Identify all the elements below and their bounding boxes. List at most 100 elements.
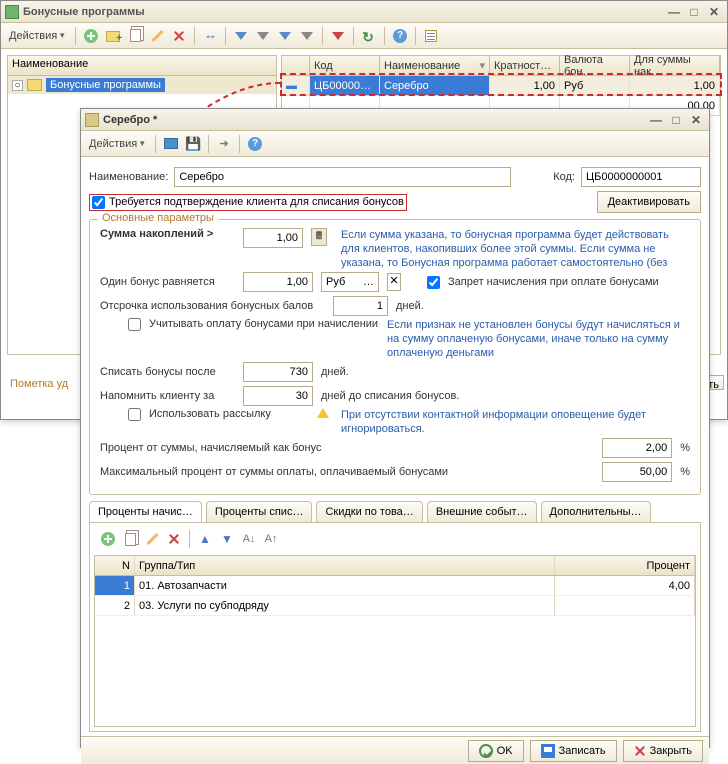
- clear-icon[interactable]: ✕: [387, 273, 401, 291]
- confirm-label: Требуется подтверждение клиента для спис…: [109, 196, 404, 208]
- save-icon: [541, 744, 555, 758]
- col-pct[interactable]: Процент: [555, 556, 695, 575]
- tab-accrual-pct[interactable]: Проценты начис…: [89, 501, 202, 522]
- writeoff-input[interactable]: [243, 362, 313, 382]
- remind-input[interactable]: [243, 386, 313, 406]
- col-mult[interactable]: Кратност…: [490, 56, 560, 75]
- tree-root-item[interactable]: ○ Бонусные программы: [8, 76, 276, 94]
- page-icon: [85, 113, 99, 127]
- col-group[interactable]: Группа/Тип: [135, 556, 555, 575]
- code-input[interactable]: [581, 167, 701, 187]
- screen-button[interactable]: [161, 134, 181, 154]
- tab-body: ▲ ▼ A↓ A↑ N Группа/Тип Процент 1 01. Авт…: [89, 522, 701, 732]
- filter-clear-button[interactable]: [328, 26, 348, 46]
- layout-button[interactable]: [421, 26, 441, 46]
- name-label: Наименование:: [89, 171, 168, 183]
- sum-input[interactable]: [243, 228, 303, 248]
- col-name[interactable]: Наименование▾: [380, 56, 490, 75]
- consider-label: Учитывать оплату бонусами при начислении: [149, 318, 379, 330]
- delay-input[interactable]: [333, 296, 388, 316]
- main-params-fieldset: Основные параметры Сумма накоплений > 🖩 …: [89, 219, 701, 495]
- close-button[interactable]: Закрыть: [623, 740, 703, 762]
- ok-button[interactable]: OK: [468, 740, 524, 762]
- move-button[interactable]: [200, 26, 220, 46]
- remind-label: Напомнить клиенту за: [100, 390, 235, 402]
- tree-expand-icon[interactable]: ○: [12, 80, 23, 91]
- col-code[interactable]: Код: [310, 56, 380, 75]
- sum-note: Если сумма указана, то бонусная программ…: [341, 228, 690, 270]
- pct-input[interactable]: [602, 438, 672, 458]
- sub-row-1[interactable]: 1 01. Автозапчасти 4,00: [95, 576, 695, 596]
- tab-external[interactable]: Внешние событ…: [427, 501, 537, 522]
- consider-note: Если признак не установлен бонусы будут …: [387, 318, 690, 360]
- tree-header[interactable]: Наименование: [8, 56, 276, 76]
- actions-menu[interactable]: Действия▼: [5, 26, 70, 46]
- close-icon[interactable]: ✕: [705, 4, 723, 20]
- fg-content: Наименование: Код: Требуется подтвержден…: [81, 157, 709, 736]
- delay-unit: дней.: [396, 300, 424, 312]
- fg-actions-menu[interactable]: Действия▼: [85, 134, 150, 154]
- save-button[interactable]: Записать: [530, 740, 617, 762]
- goto-button[interactable]: ➜: [214, 134, 234, 154]
- tab-writeoff-pct[interactable]: Проценты спис…: [206, 501, 313, 522]
- delete-button[interactable]: [169, 26, 189, 46]
- name-input[interactable]: [174, 167, 511, 187]
- fg-title: Серебро *: [103, 114, 157, 126]
- sub-down-button[interactable]: ▼: [217, 529, 237, 549]
- maximize-icon[interactable]: □: [685, 4, 703, 20]
- filter3-button[interactable]: [275, 26, 295, 46]
- mailing-note: При отсутствии контактной информации опо…: [341, 408, 690, 436]
- sub-up-button[interactable]: ▲: [195, 529, 215, 549]
- one-bonus-input[interactable]: [243, 272, 313, 292]
- mailing-checkbox[interactable]: [128, 408, 141, 421]
- copy-button[interactable]: [125, 26, 145, 46]
- silver-window: Серебро * — □ ✕ Действия▼ 💾 ➜ ? Наименов…: [80, 108, 710, 748]
- fieldset-legend: Основные параметры: [98, 212, 218, 224]
- mailing-label: Использовать рассылку: [149, 408, 309, 420]
- consider-checkbox[interactable]: [128, 318, 141, 331]
- grid-row-1[interactable]: ▬ ЦБ00000… Серебро 1,00 Руб 1,00: [282, 76, 720, 96]
- help-button[interactable]: ?: [390, 26, 410, 46]
- subtable: N Группа/Тип Процент 1 01. Автозапчасти …: [94, 555, 696, 727]
- fg-footer: OK Записать Закрыть: [81, 736, 709, 764]
- add-folder-button[interactable]: [103, 26, 123, 46]
- col-n[interactable]: N: [95, 556, 135, 575]
- fg-minimize-icon[interactable]: —: [647, 112, 665, 128]
- confirm-checkbox[interactable]: [92, 196, 105, 209]
- sub-delete-button[interactable]: [164, 529, 184, 549]
- fg-help-button[interactable]: ?: [245, 134, 265, 154]
- tab-additional[interactable]: Дополнительны…: [541, 501, 651, 522]
- fg-toolbar: Действия▼ 💾 ➜ ?: [81, 131, 709, 157]
- sub-sort-desc-button[interactable]: A↑: [261, 529, 281, 549]
- add-button[interactable]: [81, 26, 101, 46]
- bg-toolbar: Действия▼ ↻ ?: [1, 23, 727, 49]
- currency-select[interactable]: Руб…: [321, 272, 379, 292]
- tab-discounts[interactable]: Скидки по това…: [316, 501, 422, 522]
- sub-sort-asc-button[interactable]: A↓: [239, 529, 259, 549]
- maxpct-label: Максимальный процент от суммы оплаты, оп…: [100, 466, 594, 478]
- fg-maximize-icon[interactable]: □: [667, 112, 685, 128]
- edit-button[interactable]: [147, 26, 167, 46]
- minimize-icon[interactable]: —: [665, 4, 683, 20]
- bg-titlebar: Бонусные программы — □ ✕: [1, 1, 727, 23]
- filter2-button[interactable]: [253, 26, 273, 46]
- sub-row-2[interactable]: 2 03. Услуги по субподряду: [95, 596, 695, 616]
- sub-edit-button[interactable]: [142, 529, 162, 549]
- fg-close-icon[interactable]: ✕: [687, 112, 705, 128]
- fg-titlebar: Серебро * — □ ✕: [81, 109, 709, 131]
- deactivate-button[interactable]: Деактивировать: [597, 191, 701, 213]
- refresh-button[interactable]: ↻: [359, 26, 379, 46]
- maxpct-input[interactable]: [602, 462, 672, 482]
- filter4-button[interactable]: [297, 26, 317, 46]
- fg-save-button[interactable]: 💾: [183, 134, 203, 154]
- calc-icon[interactable]: 🖩: [311, 228, 327, 246]
- filter1-button[interactable]: [231, 26, 251, 46]
- col-curr[interactable]: Валюта бон…: [560, 56, 630, 75]
- sub-copy-button[interactable]: [120, 529, 140, 549]
- forbid-checkbox[interactable]: [427, 276, 440, 289]
- sub-add-button[interactable]: [98, 529, 118, 549]
- col-sum[interactable]: Для суммы нак…: [630, 56, 720, 75]
- app-icon: [5, 5, 19, 19]
- pct-label: Процент от суммы, начисляемый как бонус: [100, 442, 594, 454]
- warning-icon: [317, 408, 329, 418]
